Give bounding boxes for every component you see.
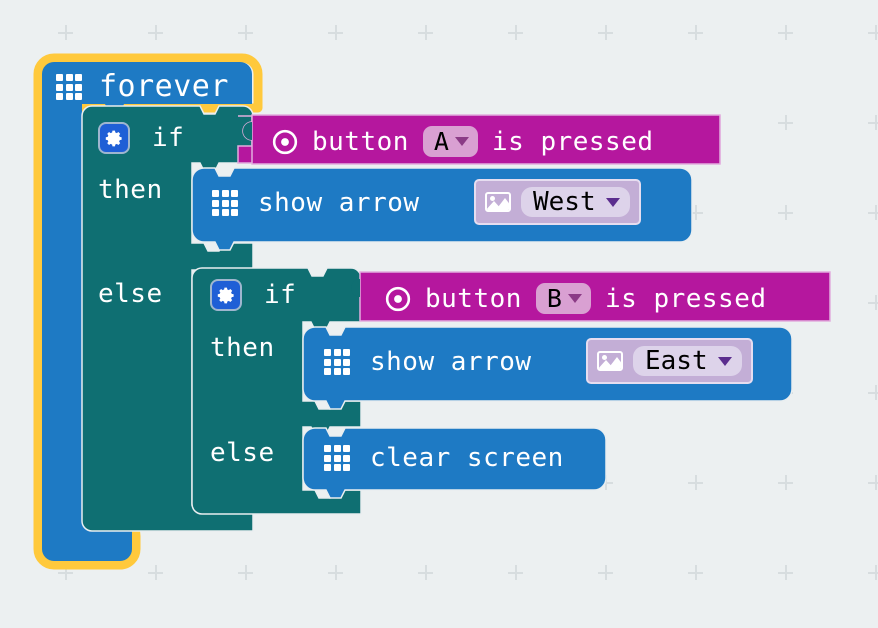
button-a-suffix-label: is pressed <box>491 126 654 157</box>
target-icon <box>385 286 411 311</box>
arrow-direction-west-value: West <box>533 187 596 217</box>
clear-screen-label: clear screen <box>370 443 564 473</box>
button-b-dropdown-value: B <box>546 284 562 313</box>
gear-icon <box>210 279 242 311</box>
gear-icon <box>98 122 130 154</box>
button-a-prefix-label: button <box>312 126 409 157</box>
arrow-direction-east-dropdown[interactable]: East <box>633 346 742 376</box>
image-icon <box>597 351 623 371</box>
show-arrow-east-label: show arrow <box>370 347 532 377</box>
outer-else-label: else <box>98 279 163 309</box>
led-matrix-icon <box>56 74 82 100</box>
forever-label: forever <box>99 69 229 104</box>
inner-if-gear-button[interactable] <box>210 279 242 311</box>
outer-if-gear-button[interactable] <box>98 122 130 154</box>
show-arrow-west-block[interactable]: show arrow <box>212 190 420 216</box>
inner-else-label: else <box>210 438 275 468</box>
button-b-suffix-label: is pressed <box>604 283 767 314</box>
inner-if-label: if <box>264 280 297 310</box>
button-b-dropdown[interactable]: B <box>535 283 591 314</box>
chevron-down-icon <box>454 137 469 146</box>
chevron-down-icon <box>605 197 620 207</box>
led-matrix-icon <box>324 445 350 471</box>
led-matrix-icon <box>212 190 238 216</box>
led-matrix-icon <box>324 349 350 375</box>
button-a-dropdown[interactable]: A <box>422 126 478 157</box>
button-b-pressed-block[interactable]: button B is pressed <box>385 283 767 314</box>
button-a-pressed-block[interactable]: button A is pressed <box>272 126 654 157</box>
arrow-direction-west-dropdown[interactable]: West <box>521 187 630 217</box>
button-a-dropdown-value: A <box>433 127 449 156</box>
arrow-direction-east-value: East <box>645 346 708 376</box>
show-arrow-east-block[interactable]: show arrow <box>324 349 532 375</box>
target-icon <box>272 129 298 154</box>
show-arrow-west-label: show arrow <box>258 188 420 218</box>
inner-then-label: then <box>210 333 275 363</box>
image-icon <box>485 192 511 212</box>
blocks-workspace[interactable]: forever if then else button A is pressed… <box>0 0 878 628</box>
chevron-down-icon <box>717 356 732 366</box>
outer-if-label: if <box>152 123 185 153</box>
clear-screen-block[interactable]: clear screen <box>324 445 564 471</box>
chevron-down-icon <box>567 294 582 303</box>
forever-block[interactable]: forever <box>56 72 229 102</box>
arrow-direction-west-reporter[interactable]: West <box>474 179 641 225</box>
button-b-prefix-label: button <box>425 283 522 314</box>
outer-then-label: then <box>98 175 163 205</box>
arrow-direction-east-reporter[interactable]: East <box>586 338 753 384</box>
